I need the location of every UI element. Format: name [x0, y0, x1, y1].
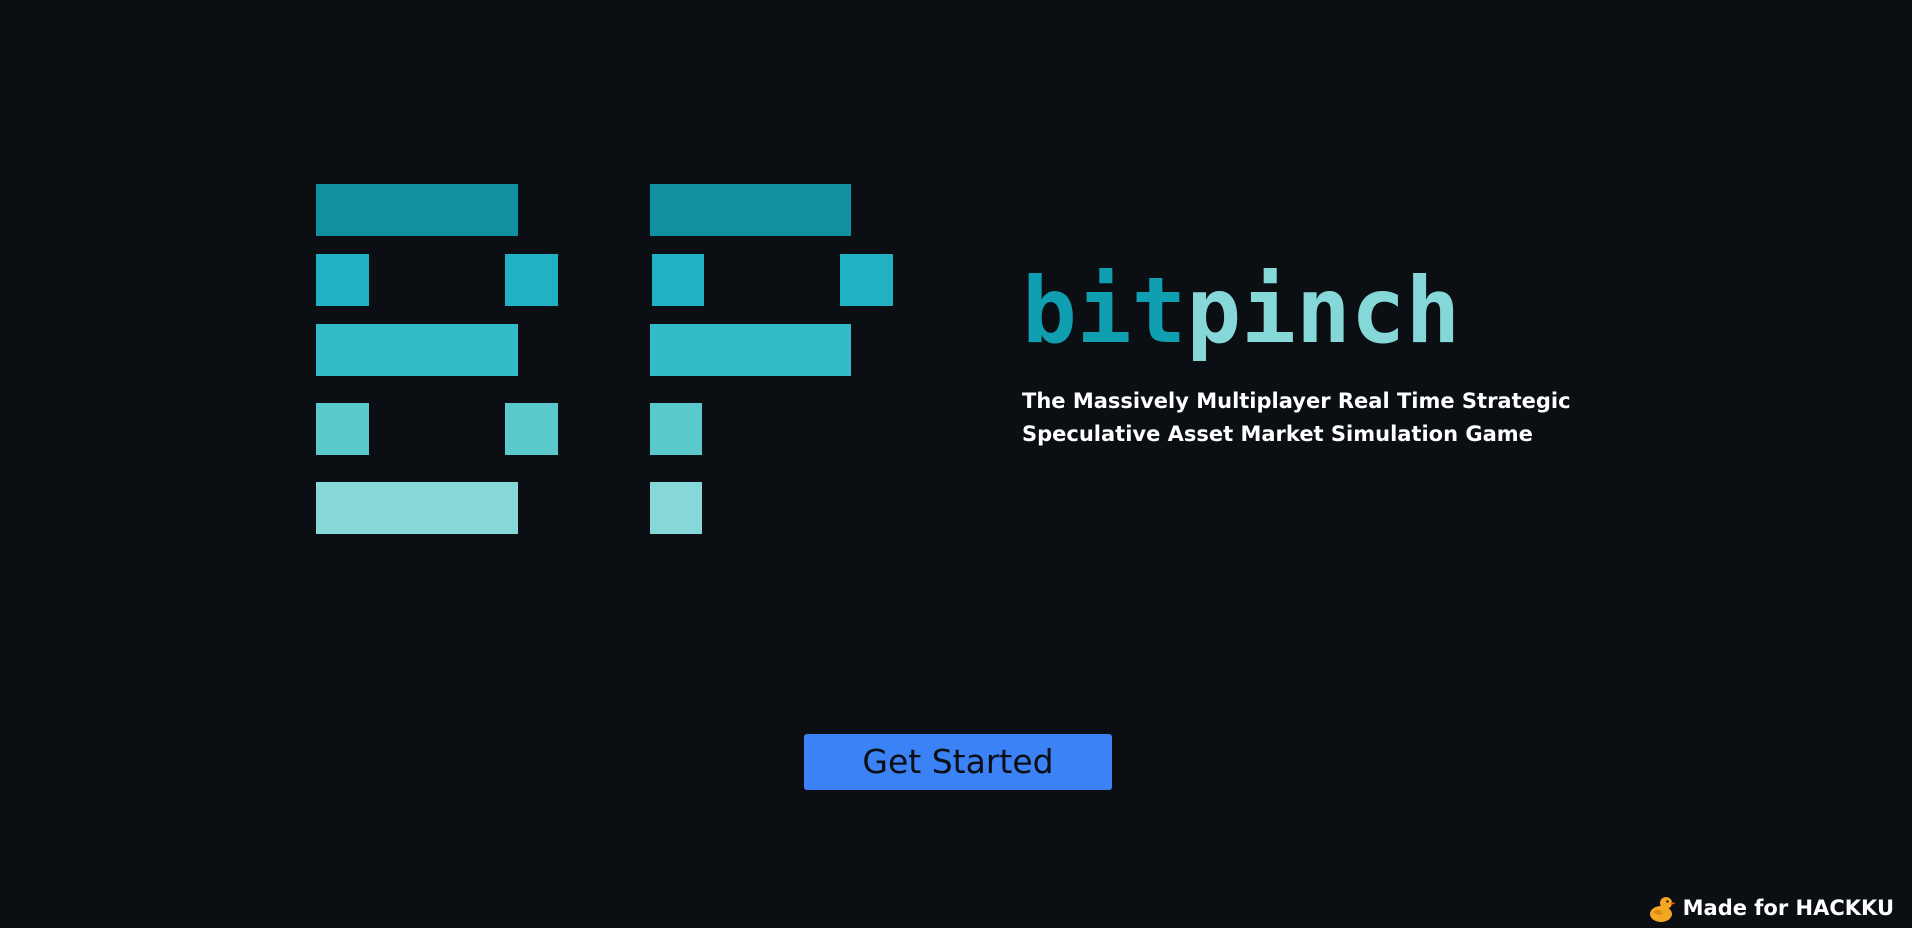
get-started-button[interactable]: Get Started: [804, 734, 1112, 790]
tagline: The Massively Multiplayer Real Time Stra…: [1022, 389, 1571, 446]
logo-p-block-upper-left: [652, 254, 704, 306]
logo-p-block-stem-lower: [650, 482, 702, 534]
landing-page: bitpinch The Massively Multiplayer Real …: [0, 0, 1912, 928]
brand-name-pinch: pinch: [1186, 259, 1461, 364]
duck-icon: [1647, 893, 1677, 923]
logo-b-block-upper-right: [505, 254, 558, 306]
logo-b-block-lower-right: [505, 403, 558, 455]
brand-name: bitpinch: [1022, 266, 1460, 357]
logo-b-block-upper-left: [316, 254, 369, 306]
made-for-badge: Made for HACKKU: [1647, 892, 1894, 924]
logo-p-bar-middle: [650, 324, 851, 376]
logo-p-bar-top: [650, 184, 851, 236]
logo-b-bar-top: [316, 184, 518, 236]
logo-b-bar-middle: [316, 324, 518, 376]
logo-p-block-upper-right: [840, 254, 893, 306]
brand-name-bit: bit: [1022, 259, 1187, 364]
logo-b-block-lower-left: [316, 403, 369, 455]
logo-p-block-stem-upper: [650, 403, 702, 455]
logo-b-bar-bottom: [316, 482, 518, 534]
made-for-text: Made for HACKKU: [1682, 896, 1894, 920]
